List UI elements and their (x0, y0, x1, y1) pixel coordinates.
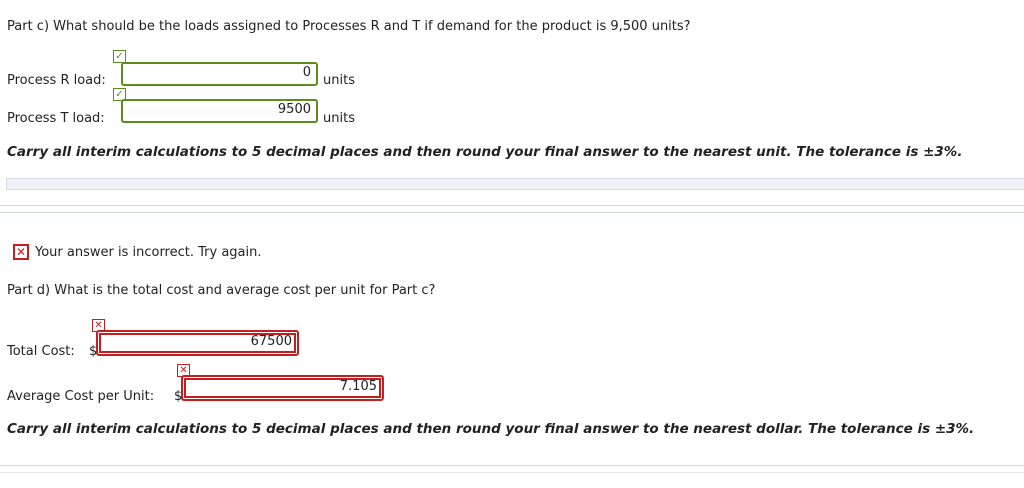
part-c-question: Part c) What should be the loads assigne… (7, 19, 691, 34)
total-cost-label: Total Cost: (7, 344, 75, 359)
process-r-label: Process R load: (7, 73, 106, 88)
avg-cost-input[interactable]: 7.105 (181, 375, 384, 401)
total-cost-input[interactable]: 67500 (96, 330, 299, 356)
process-t-unit: units (323, 111, 355, 126)
process-t-input[interactable]: 9500 (121, 99, 318, 123)
part-d-note: Carry all interim calculations to 5 deci… (7, 421, 975, 437)
part-d-question: Part d) What is the total cost and avera… (7, 283, 436, 298)
section-divider (0, 205, 1024, 206)
section-divider (0, 212, 1024, 213)
process-r-input[interactable]: 0 (121, 62, 318, 86)
process-t-label: Process T load: (7, 111, 105, 126)
process-r-unit: units (323, 73, 355, 88)
part-c-bar (6, 178, 1024, 190)
section-divider (0, 465, 1024, 466)
section-divider (0, 472, 1024, 473)
x-icon: ✕ (13, 244, 29, 260)
avg-cost-label: Average Cost per Unit: (7, 389, 155, 404)
feedback-message: Your answer is incorrect. Try again. (35, 245, 262, 260)
part-c-note: Carry all interim calculations to 5 deci… (7, 144, 963, 160)
